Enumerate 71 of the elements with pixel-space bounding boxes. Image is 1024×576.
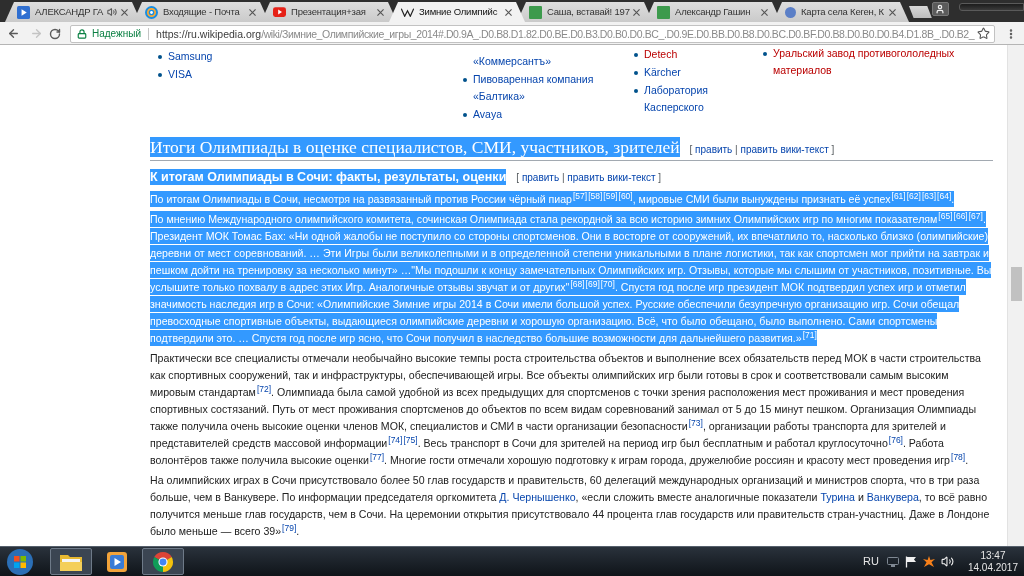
scrollbar-thumb[interactable] bbox=[1010, 267, 1022, 301]
edit-link[interactable]: править bbox=[521, 172, 560, 183]
reference-link[interactable]: [75] bbox=[403, 434, 418, 445]
sponsor-link[interactable]: Detech bbox=[644, 46, 678, 63]
edit-link[interactable]: править вики-текст bbox=[740, 144, 829, 155]
profile-button[interactable] bbox=[931, 2, 949, 16]
reload-icon bbox=[49, 27, 61, 40]
reference-link[interactable]: [78] bbox=[951, 451, 966, 462]
new-tab-button[interactable] bbox=[909, 6, 932, 18]
section-heading: Итоги Олимпиады в оценке специалистов, СМИ, участников, зрителей bbox=[150, 137, 680, 157]
reference-link[interactable]: [73] bbox=[688, 417, 703, 428]
file-explorer-button[interactable] bbox=[50, 548, 92, 575]
w-logo-icon bbox=[401, 7, 414, 17]
article-link[interactable]: Ванкувера bbox=[866, 491, 919, 503]
reference-link[interactable]: [74] bbox=[388, 434, 403, 445]
close-icon[interactable] bbox=[377, 8, 384, 16]
article-link[interactable]: Д. Чернышенко bbox=[499, 491, 576, 503]
close-icon[interactable] bbox=[121, 8, 128, 16]
browser-logo-icon bbox=[152, 550, 174, 573]
address-bar[interactable]: Надежный https://ru.wikipedia.org/wiki/Зимние_Олимпийские_игры_2014#.D0.9A_.D0.B8.D1.82.D0.BE.D0.B3.D0.B0.D0.BC_.D0.9E.D0.BB.D0.B8.D0.BC.D0.BF.D0.B8.D0.B0.D0.B4.D1.8B_.D0.B2_ bbox=[70, 24, 995, 43]
close-icon[interactable] bbox=[889, 8, 896, 16]
article-link[interactable]: Турина bbox=[820, 491, 855, 503]
close-icon[interactable] bbox=[505, 8, 512, 16]
forward-arrow-icon bbox=[29, 27, 43, 40]
sponsor-link[interactable]: Kärcher bbox=[644, 64, 681, 81]
star-icon[interactable] bbox=[922, 555, 935, 568]
clock-time[interactable]: 13:47 bbox=[980, 549, 1006, 562]
square-logo-icon bbox=[529, 5, 542, 19]
play-square-icon bbox=[17, 5, 30, 19]
sponsor-link[interactable]: Avaya bbox=[473, 106, 502, 123]
close-icon[interactable] bbox=[761, 8, 768, 16]
back-arrow-icon bbox=[6, 27, 20, 40]
sponsor-link[interactable]: Пивоваренная компания «Балтика» bbox=[473, 71, 626, 105]
clock-date[interactable]: 14.04.2017 bbox=[967, 561, 1018, 574]
flag-icon[interactable] bbox=[904, 555, 917, 568]
sponsor-link[interactable]: Лаборатория Касперского bbox=[644, 82, 755, 116]
square-logo-icon bbox=[657, 5, 670, 19]
edit-link[interactable]: править вики-текст bbox=[567, 172, 656, 183]
bookmark-star-icon[interactable] bbox=[977, 27, 990, 40]
edit-section-links: [ править | править вики-текст ] bbox=[516, 171, 662, 185]
start-button[interactable] bbox=[4, 547, 36, 576]
reference-link[interactable]: [72] bbox=[256, 383, 272, 394]
reference-link[interactable]: [76] bbox=[888, 434, 903, 445]
browser-button[interactable] bbox=[142, 548, 184, 575]
person-icon bbox=[935, 4, 946, 14]
speaker-icon[interactable] bbox=[940, 555, 954, 568]
security-label[interactable]: Надежный bbox=[92, 26, 142, 41]
close-icon[interactable] bbox=[249, 8, 256, 16]
edit-section-links: [ править | править вики-текст ] bbox=[689, 143, 835, 157]
four-pane-logo-icon bbox=[7, 548, 33, 575]
reference-link[interactable]: [79] bbox=[282, 522, 297, 533]
play-button-icon bbox=[273, 7, 286, 17]
language-indicator[interactable]: RU bbox=[863, 553, 879, 570]
sponsor-link[interactable]: «Коммерсантъ» bbox=[473, 53, 551, 70]
lock-icon bbox=[77, 28, 87, 39]
ring-logo-icon bbox=[145, 5, 158, 19]
sponsor-link[interactable]: VISA bbox=[168, 66, 192, 83]
browser-tab[interactable]: Зимние Олимпийс bbox=[389, 2, 525, 22]
edit-link[interactable]: править bbox=[695, 144, 733, 155]
monitor-icon[interactable] bbox=[886, 556, 899, 567]
article-paragraph: На олимпийских играх в Сочи присутствовало более 50 глав государств и правительств, 60 делегаций международных организаций и министров спорта, что в три раза больше, чем в Ванкувере. По информации председателя оргкомитета Д. Чернышенко, «если сложить вместе аналогичные показатели Турина и Ванкувера, то всё равно получится меньше глав государств, чем в Сочи. На церемонии открытия присутствовало 44 процента глав государств или правительств стран-участниц. Даже в Лондоне было меньше — всего 39»$^{[79]}$. bbox=[150, 473, 991, 539]
article-paragraph: Практически все специалисты отмечали необычайно высокие темпы роста строительства объектов и выполнение всех обязательств перед МОК в части строительства как спортивных сооружений, так и инфраструктуры, обеспечивающей игры. Все объекты олимпийских игр были готовы в срок и соответствовали самым высоким мировым стандартам$^{[72]}$. Олимпиада была самой удобной из всех предыдущих для спортсменов с точки зрения расположения мест проживания и мест проведения спортивных состязаний. Путь от мест проживания спортсменов до объектов по всем видам соревнований занимал от 5 до 15 минут пешком. Организация Олимпиады также получила очень высокие оценки членов МОК, специалистов и СМИ в части организации безопасности$^{[73]}$, организации работы транспорта для зрителей и представителей средств массовой информации$^{[74]}$$^{[75]}$. Весь транспорт в Сочи для зрителей на период игр был бесплатным и работал круглосуточно$^{[76]}$. Работа волонтёров также получила высокие оценки$^{[77]}$. Многие гости отмечали хорошую подготовку к играм города, дружелюбие россиян и красоту мест проведения игр$^{[78]}$. bbox=[150, 351, 982, 468]
sponsor-link[interactable]: Samsung bbox=[168, 48, 213, 65]
play-tile-icon bbox=[107, 551, 127, 572]
reference-link[interactable]: [77] bbox=[369, 451, 385, 462]
close-icon[interactable] bbox=[633, 8, 640, 16]
subsection-heading: К итогам Олимпиады в Сочи: факты, результаты, оценки bbox=[150, 169, 507, 185]
circle-logo-icon bbox=[785, 6, 796, 18]
sponsor-link[interactable]: Уральский завод противогололедных материалов bbox=[773, 45, 1000, 79]
caption-buttons[interactable] bbox=[958, 3, 1024, 11]
url-text: https://ru.wikipedia.org/wiki/Зимние_Олимпийские_игры_2014#.D0.9A_.D0.B8.D1.82.D0.BE.D0.B3.D0.B0.D0.BC_.D0.9E.D0.BB.D0.B8.D0.BC.D0.BF.D0.B8.D0.B0.D0.B4.D1.8B_.D0.B2_ bbox=[156, 26, 975, 41]
